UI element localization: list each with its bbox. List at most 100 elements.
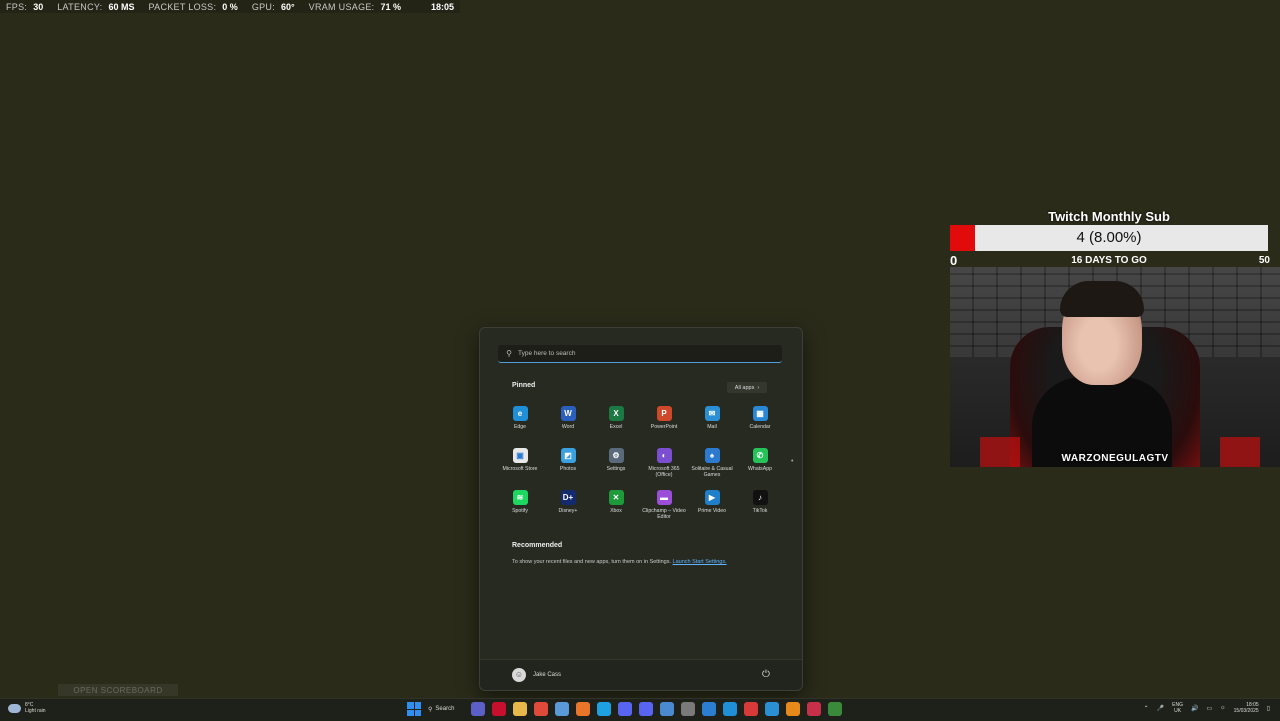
network-icon[interactable]: ☼ (1220, 705, 1226, 711)
gear-icon[interactable] (681, 702, 695, 716)
pinned-app-label: Disney+ (558, 508, 578, 514)
pinned-app-label: Word (561, 424, 575, 430)
faint-overlay-button: OPEN SCOREBOARD (58, 684, 178, 696)
recommended-message: To show your recent files and new apps, … (512, 559, 727, 565)
pinned-app-label: Prime Video (697, 508, 727, 514)
clock-date: 15/03/2025 (1233, 708, 1259, 714)
sub-goal-days-left: 16 DAYS TO GO (1071, 255, 1147, 266)
start-search-input[interactable] (516, 350, 782, 357)
streamer-hair (1060, 281, 1144, 317)
mcafee-icon[interactable] (492, 702, 506, 716)
search-icon: ⚲ (506, 349, 512, 358)
pinned-app[interactable]: W Word (544, 402, 592, 440)
sub-goal-max: 50 (1258, 255, 1270, 266)
xbox-icon: ✕ (608, 490, 624, 505)
firefox-icon[interactable] (576, 702, 590, 716)
power-icon[interactable]: ⏻ (760, 669, 772, 681)
sub-goal-amount: 4 (8.00%) (1076, 229, 1142, 246)
photos-icon: ◩ (560, 448, 576, 463)
pinned-app-label: Clipchamp – Video Editor (642, 508, 686, 520)
tiktok-icon: ♪ (752, 490, 768, 505)
pinned-apps-grid: e Edge W Word X Excel P PowerPoint ✉ Mail ▦ Calenda… (496, 402, 784, 524)
onedrive-icon[interactable] (660, 702, 674, 716)
pinned-app[interactable]: ▣ Microsoft Store (496, 444, 544, 482)
pinned-app[interactable]: D+ Disney+ (544, 486, 592, 524)
language-indicator[interactable]: ENG UK (1172, 702, 1183, 714)
pinned-app[interactable]: X Excel (592, 402, 640, 440)
monitor-icon[interactable]: ▭ (1206, 705, 1212, 712)
pinned-app[interactable]: ◩ Photos (544, 444, 592, 482)
pinned-app[interactable]: ✕ Xbox (592, 486, 640, 524)
pinned-app[interactable]: ◐ Microsoft 365 (Office) (640, 444, 688, 482)
spotify-icon: ≋ (512, 490, 528, 505)
speaker-icon[interactable]: 🔊 (1191, 705, 1198, 712)
pinned-app[interactable]: ▶ Prime Video (688, 486, 736, 524)
pinned-app[interactable]: ▦ Calendar (736, 402, 784, 440)
all-apps-label: All apps (734, 384, 755, 391)
terminal-icon[interactable] (828, 702, 842, 716)
pinned-app[interactable]: ♪ TikTok (736, 486, 784, 524)
pinned-app[interactable]: ▬ Clipchamp – Video Editor (640, 486, 688, 524)
microphone-icon[interactable]: 🎤 (1157, 705, 1164, 712)
user-account-button[interactable]: ☺ Jake Cass (512, 668, 561, 682)
streamer (1032, 281, 1172, 467)
system-tray: ⌃ 🎤 ENG UK 🔊 ▭ ☼ 18:05 15/03/2025 ▯ (1144, 702, 1270, 714)
edge-icon[interactable] (723, 702, 737, 716)
discord-icon[interactable] (639, 702, 653, 716)
launch-start-settings-link[interactable]: Launch Start Settings. (673, 559, 727, 565)
pinned-app-label: Photos (559, 466, 577, 472)
start-search-box[interactable]: ⚲ (498, 345, 782, 363)
weather-widget[interactable]: 8°C Light rain (8, 702, 46, 714)
chevron-up-icon[interactable]: ⌃ (1144, 705, 1149, 712)
sub-goal-bar: 4 (8.00%) (950, 225, 1268, 251)
packet-loss-value: 0 % (222, 1, 238, 12)
discord-icon[interactable] (618, 702, 632, 716)
gpu-value: 60° (281, 1, 295, 12)
page-indicator-icon[interactable]: • (791, 458, 793, 465)
clipchamp-icon: ▬ (656, 490, 672, 505)
webcam-feed: WARZONEGULAGTV (950, 267, 1280, 467)
start-menu: ⚲ Pinned All apps › e Edge W Word X Excel P Pow… (479, 327, 803, 691)
pinned-app[interactable]: e Edge (496, 402, 544, 440)
pinned-app-label: Edge (513, 424, 527, 430)
pinned-app[interactable]: ≋ Spotify (496, 486, 544, 524)
store-icon: ▣ (512, 448, 528, 463)
obs-icon[interactable] (786, 702, 800, 716)
teams-icon[interactable] (471, 702, 485, 716)
vscode-icon[interactable] (702, 702, 716, 716)
lang-bottom: UK (1174, 708, 1182, 714)
pinned-app[interactable]: P PowerPoint (640, 402, 688, 440)
system-clock[interactable]: 18:05 15/03/2025 (1234, 702, 1259, 714)
pinned-app-label: Xbox (610, 508, 622, 514)
chrome-icon[interactable] (534, 702, 548, 716)
pinned-app-label: Settings (606, 466, 626, 472)
notification-icon[interactable]: ▯ (1267, 705, 1270, 712)
pinned-app-label: Excel (609, 424, 623, 430)
edge-icon: e (512, 406, 528, 421)
webcam-logo: WARZONEGULAGTV (1061, 453, 1169, 464)
gpu-label: GPU: (251, 1, 276, 12)
skype-icon[interactable] (597, 702, 611, 716)
all-apps-button[interactable]: All apps › (727, 382, 767, 393)
pinned-app-label: Microsoft 365 (Office) (648, 466, 680, 478)
pinned-app[interactable]: ✉ Mail (688, 402, 736, 440)
pinned-app-label: WhatsApp (748, 466, 772, 472)
pinned-app-label: PowerPoint (650, 424, 678, 430)
pinned-app-label: Spotify (512, 508, 528, 514)
vram-value: 71 % (380, 1, 401, 12)
news-icon[interactable] (744, 702, 758, 716)
pinned-app[interactable]: ✆ WhatsApp (736, 444, 784, 482)
file-explorer-icon[interactable] (513, 702, 527, 716)
taskbar-search-label: Search (435, 706, 455, 712)
globe-icon[interactable] (555, 702, 569, 716)
pinned-app[interactable]: ⚙ Settings (592, 444, 640, 482)
pinned-app[interactable]: ♠ Solitaire & Casual Games (688, 444, 736, 482)
windows-start-icon[interactable] (407, 702, 421, 716)
app-icon[interactable] (807, 702, 821, 716)
sub-goal-title: Twitch Monthly Sub (1048, 209, 1170, 224)
taskbar-search-button[interactable]: ⚲ Search (428, 702, 464, 716)
fps-label: FPS: (6, 1, 28, 12)
pinned-app-label: TikTok (752, 508, 768, 514)
edge-icon[interactable] (765, 702, 779, 716)
excel-icon: X (608, 406, 624, 421)
